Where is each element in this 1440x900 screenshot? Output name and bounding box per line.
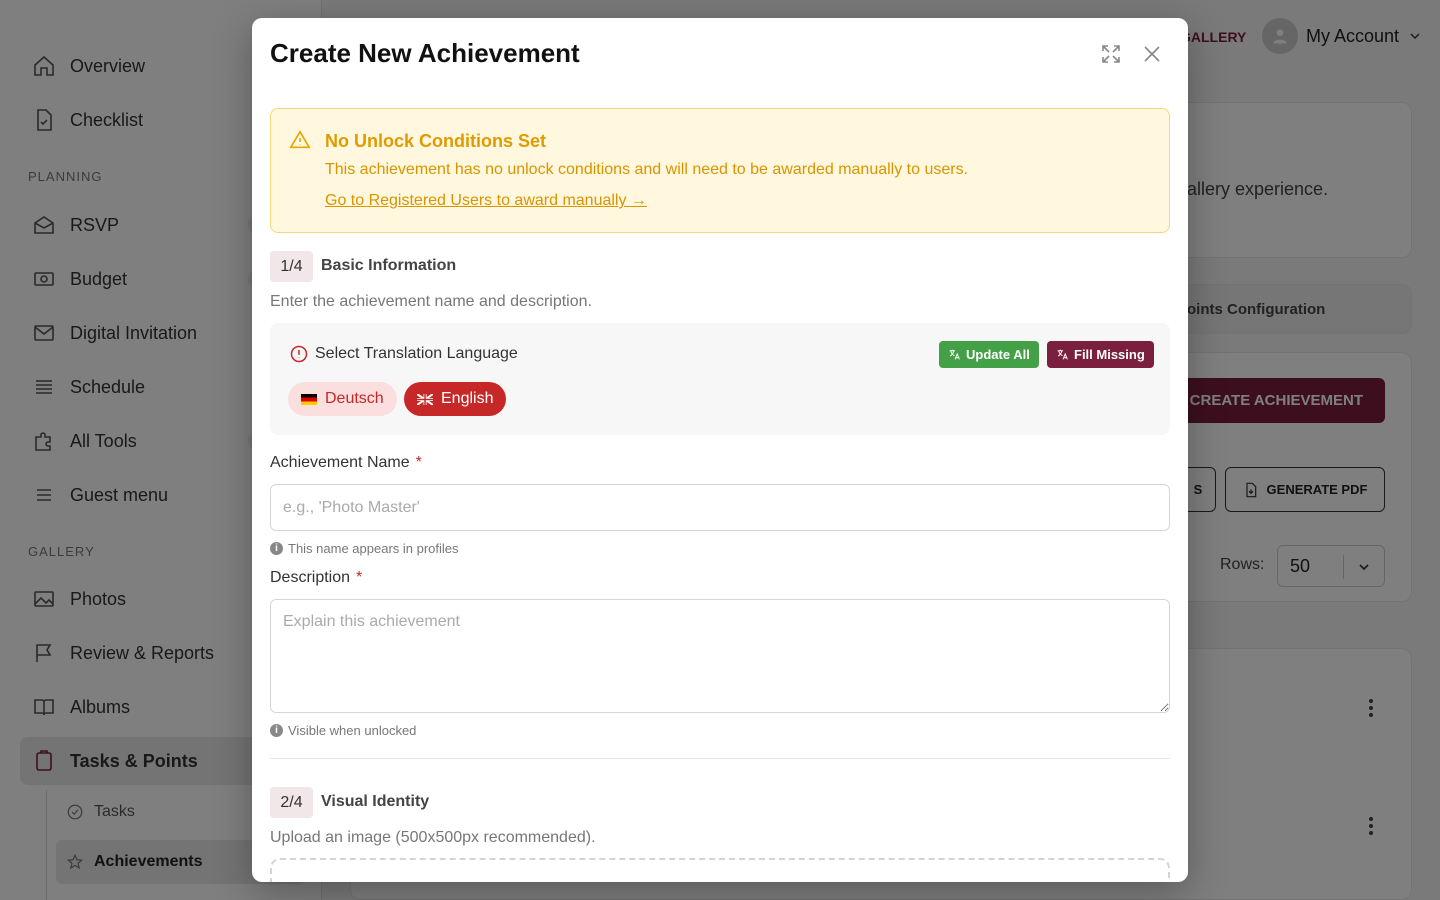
achievement-name-hint: i This name appears in profiles xyxy=(270,541,459,556)
close-button[interactable] xyxy=(1138,40,1166,68)
update-all-label: Update All xyxy=(966,347,1030,362)
step-badge: 1/4 xyxy=(270,251,313,282)
description-hint-text: Visible when unlocked xyxy=(288,723,417,738)
fill-missing-label: Fill Missing xyxy=(1074,347,1145,362)
translation-label: Select Translation Language xyxy=(289,344,518,364)
translation-label-text: Select Translation Language xyxy=(315,345,518,362)
description-label-text: Description xyxy=(270,569,351,586)
no-unlock-conditions-alert: No Unlock Conditions Set This achievemen… xyxy=(270,108,1170,233)
description-label: Description * xyxy=(270,569,362,587)
description-hint: i Visible when unlocked xyxy=(270,723,416,738)
modal-title: Create New Achievement xyxy=(270,38,580,68)
translate-icon xyxy=(1057,349,1068,360)
step-description: Enter the achievement name and descripti… xyxy=(270,293,592,310)
language-chip-english[interactable]: English xyxy=(404,382,507,416)
step-description: Upload an image (500x500px recommended). xyxy=(270,829,596,846)
achievement-name-hint-text: This name appears in profiles xyxy=(288,541,459,556)
warning-icon xyxy=(289,129,313,153)
achievement-name-label-text: Achievement Name xyxy=(270,454,410,471)
image-upload-dropzone[interactable] xyxy=(270,858,1170,882)
close-icon xyxy=(1144,46,1160,62)
fill-missing-button[interactable]: Fill Missing xyxy=(1047,341,1154,368)
expand-button[interactable] xyxy=(1097,40,1125,68)
step-badge: 2/4 xyxy=(270,787,313,818)
achievement-name-input[interactable] xyxy=(270,484,1170,531)
required-marker: * xyxy=(415,454,422,471)
uk-flag-icon xyxy=(417,393,433,405)
achievement-name-label: Achievement Name * xyxy=(270,454,422,472)
description-textarea[interactable] xyxy=(270,599,1170,713)
expand-icon xyxy=(1102,45,1120,63)
language-chip-deutsch[interactable]: Deutsch xyxy=(288,382,397,416)
update-all-button[interactable]: Update All xyxy=(939,341,1039,368)
step-title: Visual Identity xyxy=(321,793,430,810)
alert-title: No Unlock Conditions Set xyxy=(325,131,547,151)
required-marker: * xyxy=(356,569,363,586)
alert-circle-icon xyxy=(290,345,308,363)
step-title: Basic Information xyxy=(321,257,457,274)
info-icon: i xyxy=(270,724,283,737)
translation-language-panel: Select Translation Language Update All F… xyxy=(270,323,1170,435)
alert-text: This achievement has no unlock condition… xyxy=(325,161,969,178)
registered-users-link[interactable]: Go to Registered Users to award manually… xyxy=(325,192,647,210)
info-icon: i xyxy=(270,542,283,555)
section-divider xyxy=(270,758,1170,759)
language-chip-label: English xyxy=(441,390,494,407)
translate-icon xyxy=(949,349,960,360)
german-flag-icon xyxy=(301,393,317,405)
create-achievement-modal: Create New Achievement No Unlock Conditi… xyxy=(252,18,1188,882)
language-chip-label: Deutsch xyxy=(325,390,384,407)
